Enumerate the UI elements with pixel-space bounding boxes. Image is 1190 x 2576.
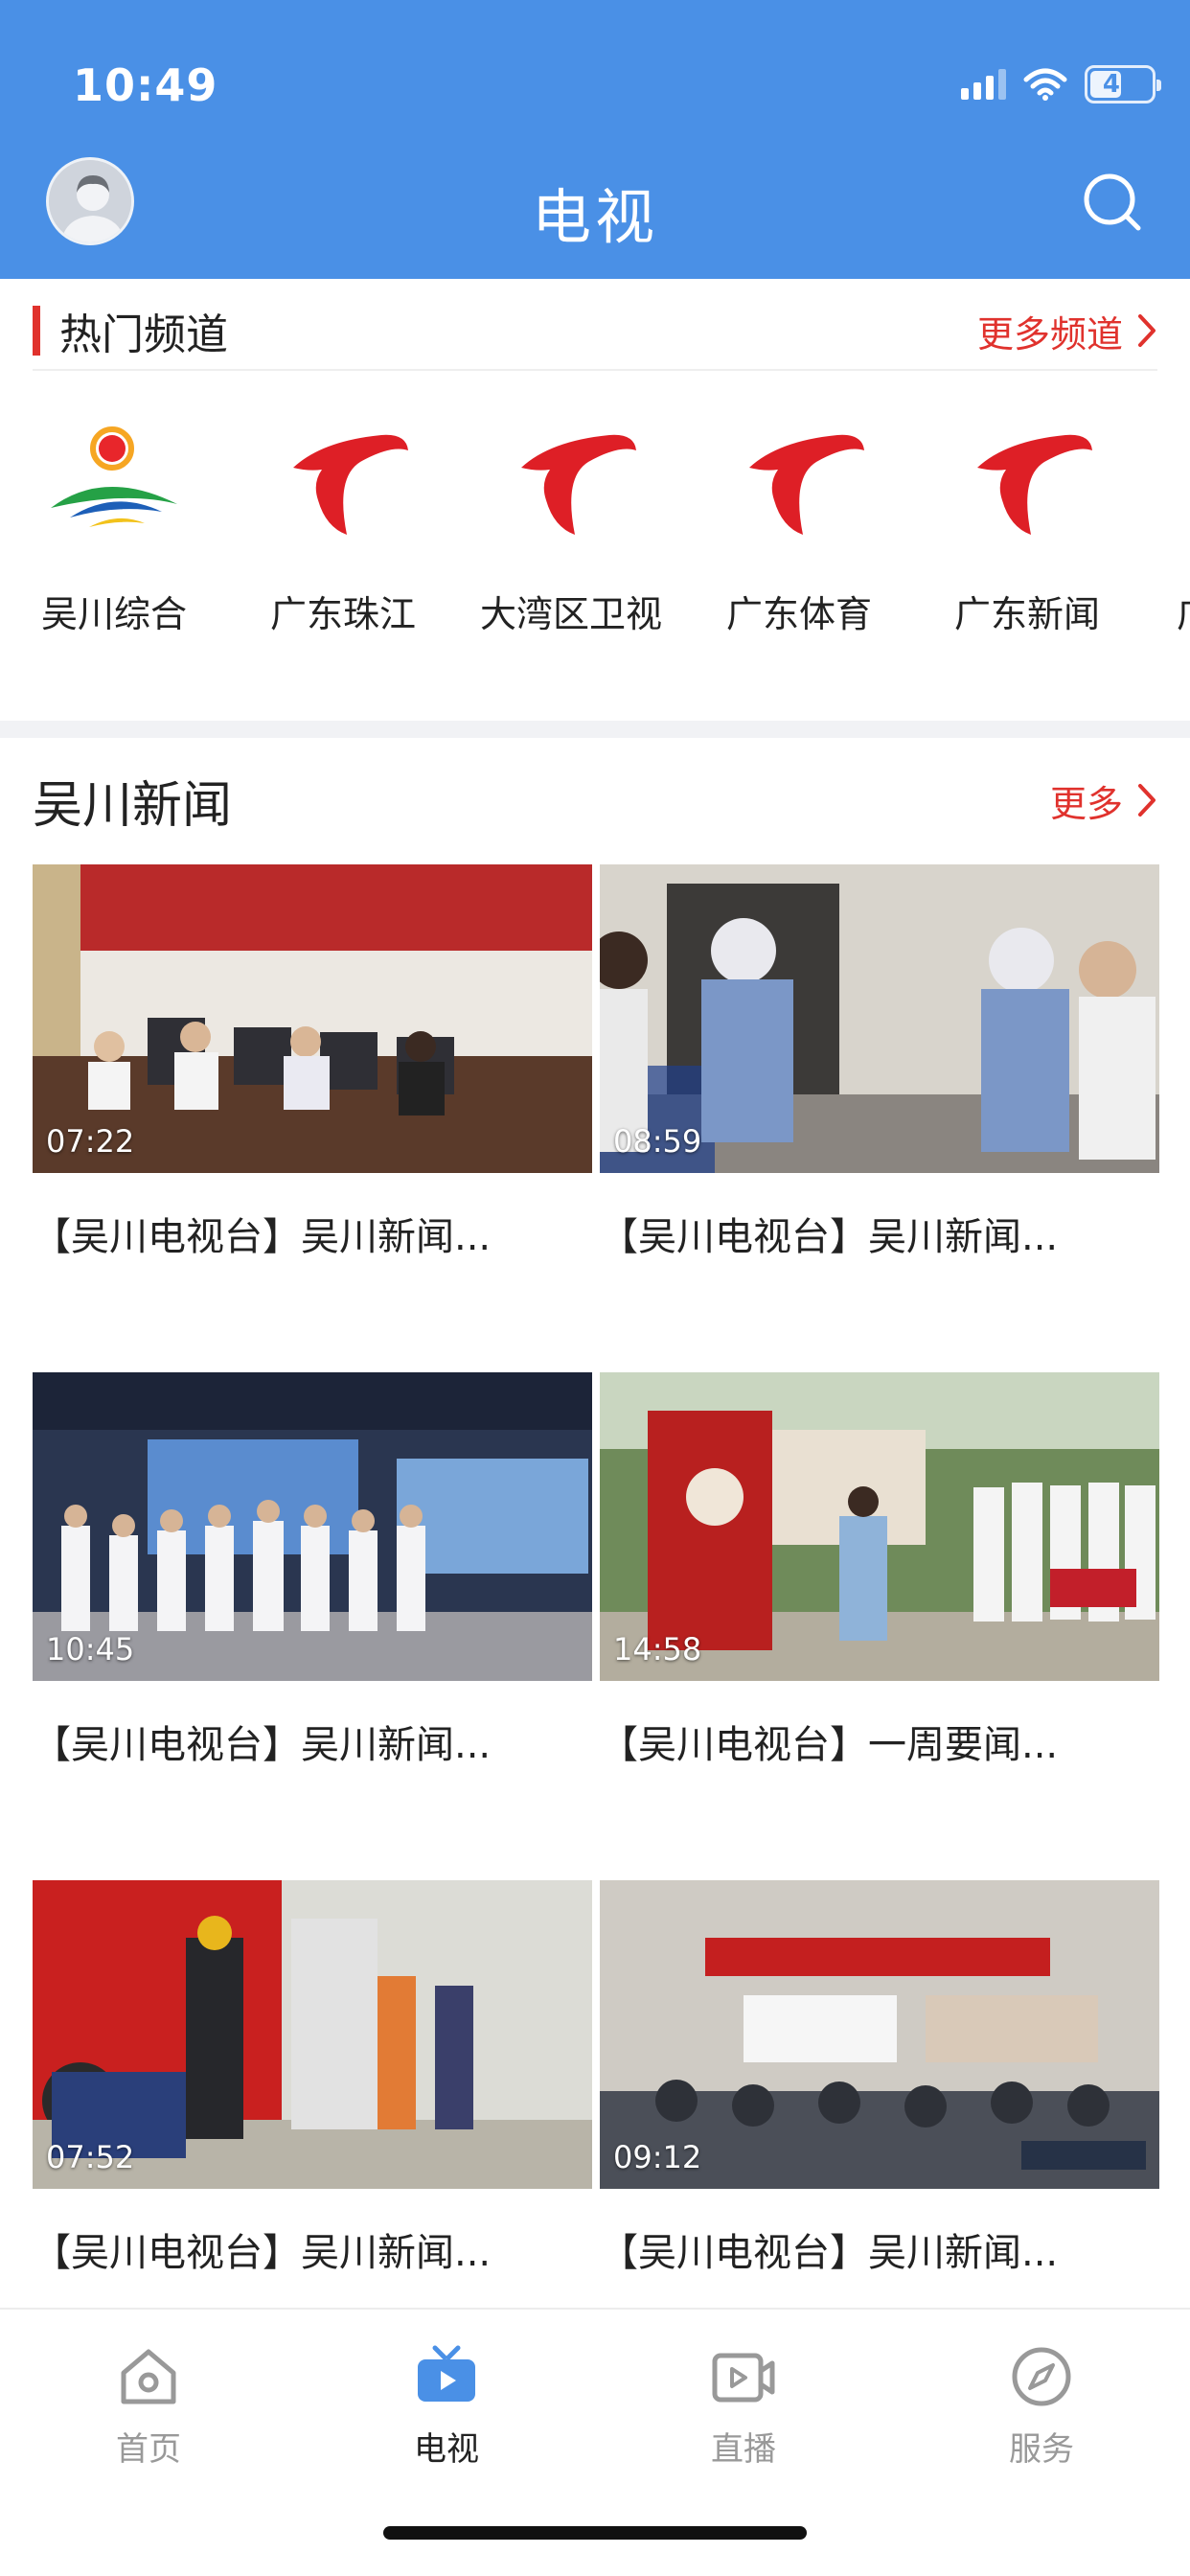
guangdong-tv-logo-icon — [977, 434, 1092, 535]
news-card[interactable]: 14:58 【吴川电视台】一周要闻... — [600, 1372, 1159, 1769]
guangdong-tv-logo-icon — [521, 434, 636, 535]
news-card[interactable]: 10:45 【吴川电视台】吴川新闻... — [33, 1372, 592, 1769]
more-channels-link[interactable]: 更多频道 — [977, 305, 1157, 357]
news-header: 吴川新闻 更多 — [0, 757, 1190, 843]
news-card[interactable]: 07:52 【吴川电视台】吴川新闻... — [33, 1880, 592, 2277]
status-time: 10:49 — [73, 59, 218, 111]
channel-name: 吴川综合 — [40, 593, 187, 635]
channel-item[interactable]: 大湾区卫视 — [466, 412, 676, 637]
compass-icon — [1012, 2347, 1071, 2406]
channel-name: 广东珠江 — [269, 593, 416, 635]
video-title: 【吴川电视台】吴川新闻... — [600, 1215, 1059, 1259]
video-thumbnail: 14:58 — [600, 1372, 1159, 1681]
more-news-link[interactable]: 更多 — [1050, 774, 1157, 827]
section-divider — [0, 721, 1190, 738]
channel-item[interactable]: 广东新闻 — [922, 412, 1133, 637]
tab-tv[interactable]: 电视 — [351, 2342, 542, 2470]
guangdong-tv-logo-icon — [293, 434, 408, 535]
channel-list: 吴川综合 广东珠江 大湾区卫视 广东体育 广东新闻 广 — [0, 412, 1190, 642]
section-marker — [33, 306, 40, 356]
video-duration: 07:22 — [46, 1123, 135, 1160]
video-duration: 10:45 — [46, 1631, 135, 1668]
video-title: 【吴川电视台】吴川新闻... — [33, 2231, 492, 2275]
video-duration: 09:12 — [613, 2139, 702, 2175]
chevron-right-icon — [1138, 784, 1156, 816]
video-duration: 14:58 — [613, 1631, 702, 1668]
guangdong-tv-logo-icon — [749, 434, 864, 535]
page-title: 电视 — [531, 182, 658, 252]
status-icons: 47 — [961, 65, 1161, 104]
channel-item[interactable]: 广东体育 — [694, 412, 904, 637]
battery-icon: 47 — [1085, 65, 1161, 104]
channel-item[interactable]: 广 — [1150, 412, 1190, 637]
video-thumbnail: 07:22 — [33, 864, 592, 1173]
channel-name: 广东新闻 — [953, 593, 1100, 635]
home-icon — [121, 2349, 176, 2404]
chevron-right-icon — [1138, 314, 1156, 347]
battery-level: 47 — [1102, 70, 1138, 99]
news-section-title: 吴川新闻 — [33, 776, 233, 835]
channel-item[interactable]: 广东珠江 — [238, 412, 448, 637]
video-title: 【吴川电视台】吴川新闻... — [33, 1215, 492, 1259]
video-title: 【吴川电视台】吴川新闻... — [600, 2231, 1059, 2275]
tab-label: 直播 — [711, 2430, 776, 2469]
wifi-icon — [1023, 68, 1067, 101]
news-card[interactable]: 07:22 【吴川电视台】吴川新闻... — [33, 864, 592, 1261]
cellular-signal-icon — [961, 69, 1006, 100]
hot-channels-title: 热门频道 — [59, 310, 228, 359]
tab-label: 首页 — [116, 2430, 181, 2469]
more-channels-label: 更多频道 — [976, 312, 1123, 356]
channel-item[interactable]: 吴川综合 — [9, 412, 219, 637]
channel-name: 广东体育 — [725, 593, 872, 635]
video-duration: 08:59 — [613, 1123, 702, 1160]
video-thumbnail: 07:52 — [33, 1880, 592, 2189]
hot-channels-header: 热门频道 更多频道 — [33, 292, 1157, 371]
video-thumbnail: 08:59 — [600, 864, 1159, 1173]
news-card[interactable]: 09:12 【吴川电视台】吴川新闻... — [600, 1880, 1159, 2277]
wuchuan-tv-logo-icon — [51, 426, 177, 527]
news-card[interactable]: 08:59 【吴川电视台】吴川新闻... — [600, 864, 1159, 1261]
app-header: 10:49 47 电视 — [0, 0, 1190, 279]
live-video-icon — [712, 2353, 775, 2403]
home-indicator — [383, 2526, 807, 2540]
video-thumbnail: 09:12 — [600, 1880, 1159, 2189]
video-duration: 07:52 — [46, 2139, 135, 2175]
video-title: 【吴川电视台】一周要闻... — [600, 1723, 1059, 1767]
guangdong-tv-logo-icon — [1179, 412, 1190, 556]
tab-home[interactable]: 首页 — [53, 2342, 244, 2470]
tab-label: 电视 — [414, 2430, 479, 2469]
tv-icon — [418, 2345, 475, 2402]
search-icon[interactable] — [1075, 165, 1152, 242]
tab-live[interactable]: 直播 — [648, 2342, 839, 2470]
tab-label: 服务 — [1009, 2430, 1074, 2469]
more-news-label: 更多 — [1049, 782, 1123, 825]
channel-name: 大湾区卫视 — [479, 593, 662, 635]
video-thumbnail: 10:45 — [33, 1372, 592, 1681]
tab-services[interactable]: 服务 — [946, 2342, 1137, 2470]
video-title: 【吴川电视台】吴川新闻... — [33, 1723, 492, 1767]
channel-name: 广 — [1150, 585, 1190, 637]
